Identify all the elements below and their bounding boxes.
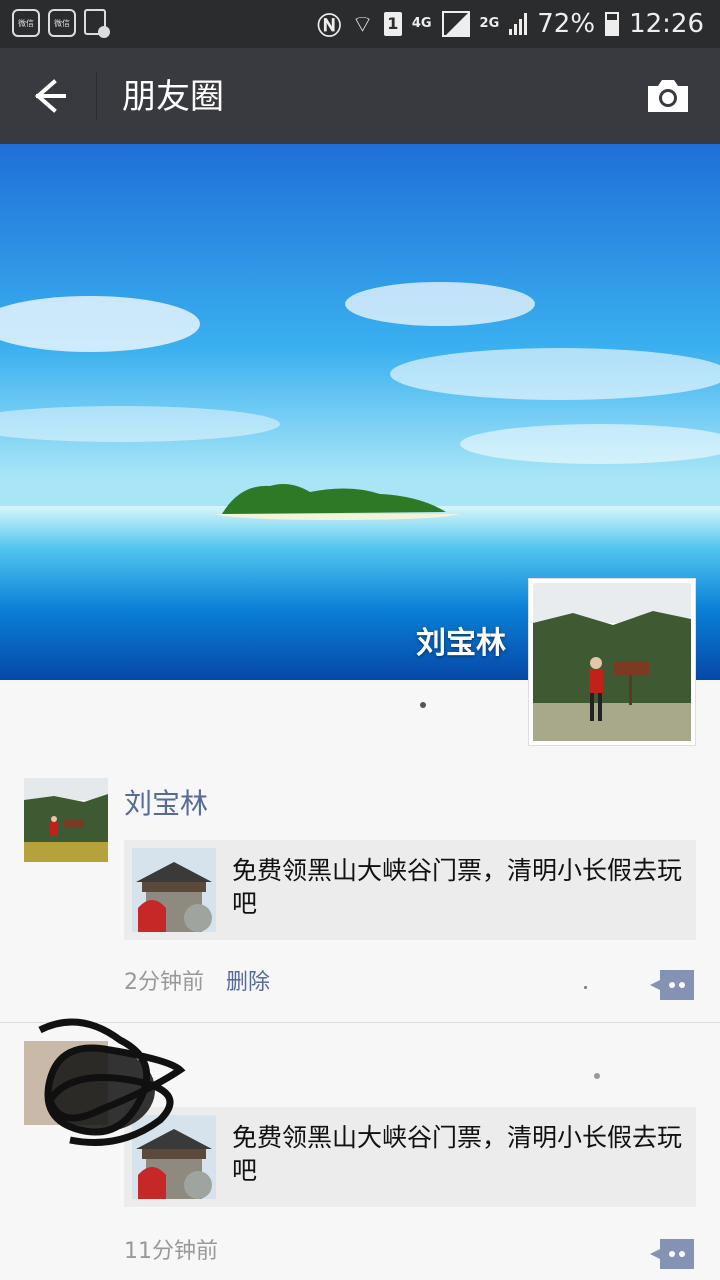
decorative-dot [420, 702, 426, 708]
scheduled-doc-icon [84, 9, 110, 38]
top-bar: 朋友圈 [0, 48, 720, 144]
post-time: 11分钟前 [124, 1239, 218, 1264]
back-arrow-icon [34, 79, 66, 113]
redaction-scribble [38, 1018, 186, 1146]
comment-button[interactable] [650, 1239, 694, 1269]
shared-link-title: 免费领黑山大峡谷门票，清明小长假去玩吧 [232, 856, 683, 918]
wechat-notification-icon: 微信 [48, 9, 76, 37]
wechat-notification-icon: 微信 [12, 9, 40, 37]
shared-link-card[interactable]: 免费领黑山大峡谷门票，清明小长假去玩吧 [124, 840, 696, 940]
author-avatar[interactable] [24, 778, 108, 862]
shared-link-thumbnail [132, 848, 216, 932]
network-2g-label: 2G [479, 16, 500, 31]
clock: 12:26 [629, 8, 704, 39]
comment-button[interactable] [650, 970, 694, 1000]
author-name[interactable]: 刘宝林 [124, 782, 208, 822]
cover-username[interactable]: 刘宝林 [416, 618, 506, 662]
camera-button[interactable] [644, 76, 692, 116]
shared-link-title: 免费领黑山大峡谷门票，清明小长假去玩吧 [232, 1123, 683, 1185]
profile-avatar[interactable] [528, 578, 696, 746]
wifi-icon: ⌔ [351, 9, 374, 38]
status-bar: 微信 微信 Ⓝ ⌔ 1 4G 2G 72% 12:26 [0, 0, 720, 48]
decorative-dot [594, 1073, 600, 1079]
back-button[interactable] [24, 72, 72, 120]
header-divider [96, 72, 97, 120]
signal-bars-icon [509, 12, 528, 35]
decorative-dot [584, 986, 587, 989]
battery-percent: 72% [537, 8, 596, 39]
page-title: 朋友圈 [122, 77, 224, 117]
comment-dots-icon [650, 1239, 694, 1269]
comment-dots-icon [650, 970, 694, 1000]
delete-link[interactable]: 删除 [226, 964, 270, 996]
moment-post: 刘宝林 免费领黑山大峡谷门票，清明小长假去玩吧 2分钟前 删除 [0, 760, 720, 1023]
camera-icon [648, 80, 688, 112]
signal-icon [441, 10, 470, 37]
post-time: 2分钟前 [124, 970, 204, 995]
battery-icon [605, 11, 620, 36]
nfc-icon: Ⓝ [317, 12, 342, 40]
network-4g-label: 4G [411, 16, 432, 31]
sim-icon: 1 [383, 11, 402, 36]
